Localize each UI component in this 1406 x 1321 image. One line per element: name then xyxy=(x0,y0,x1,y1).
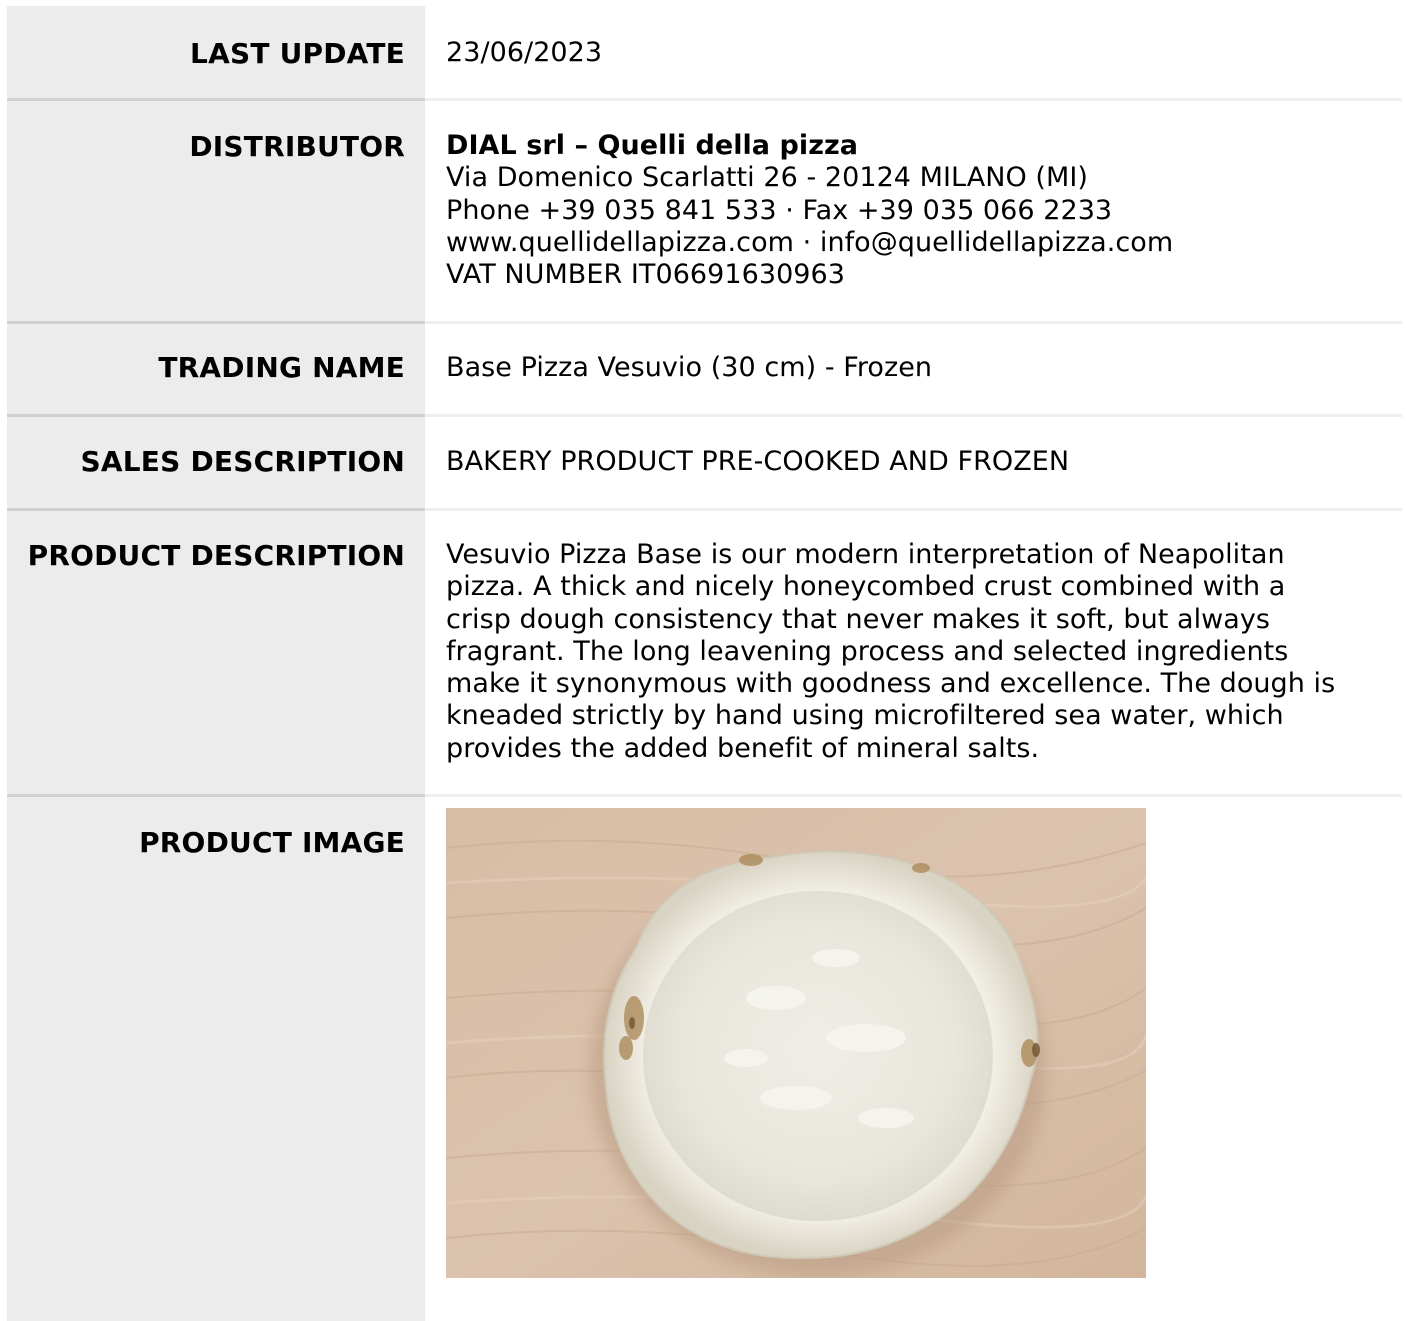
sales-description-value: BAKERY PRODUCT PRE-COOKED AND FROZEN xyxy=(446,446,1070,477)
description-line: provides the added benefit of mineral sa… xyxy=(446,732,1040,764)
row-product-image: PRODUCT IMAGE xyxy=(0,797,1406,1321)
row-sales-description: SALES DESCRIPTION BAKERY PRODUCT PRE-COO… xyxy=(0,417,1406,508)
value-cell: Base Pizza Vesuvio (30 cm) - Frozen xyxy=(446,324,1406,414)
value-cell: BAKERY PRODUCT PRE-COOKED AND FROZEN xyxy=(446,417,1406,508)
description-line: pizza. A thick and nicely honeycombed cr… xyxy=(446,571,1286,603)
label-cell: LAST UPDATE xyxy=(7,6,425,98)
description-line: make it synonymous with goodness and exc… xyxy=(446,668,1336,700)
row-distributor: DISTRIBUTOR DIAL srl – Quelli della pizz… xyxy=(0,101,1406,321)
distributor-web-email: www.quellidellapizza.com · info@quellide… xyxy=(446,226,1174,258)
value-cell: 23/06/2023 xyxy=(446,6,1406,98)
value-cell xyxy=(446,797,1406,1321)
product-spec-sheet: LAST UPDATE 23/06/2023 DISTRIBUTOR DIAL … xyxy=(0,0,1406,1321)
trading-name-label: TRADING NAME xyxy=(158,351,405,384)
description-line: crisp dough consistency that never makes… xyxy=(446,603,1271,635)
distributor-block: DIAL srl – Quelli della pizza Via Domeni… xyxy=(446,101,1406,321)
product-description-text: Vesuvio Pizza Base is our modern interpr… xyxy=(446,511,1406,794)
distributor-name: DIAL srl – Quelli della pizza xyxy=(446,130,858,161)
last-update-label: LAST UPDATE xyxy=(190,37,405,70)
label-cell: PRODUCT IMAGE xyxy=(7,797,425,1321)
label-cell: PRODUCT DESCRIPTION xyxy=(7,511,425,794)
description-line: fragrant. The long leavening process and… xyxy=(446,635,1289,667)
pizza-base-photo xyxy=(446,808,1146,1278)
label-cell: DISTRIBUTOR xyxy=(7,101,425,321)
distributor-vat: VAT NUMBER IT06691630963 xyxy=(446,259,845,291)
trading-name-value: Base Pizza Vesuvio (30 cm) - Frozen xyxy=(446,352,933,383)
row-trading-name: TRADING NAME Base Pizza Vesuvio (30 cm) … xyxy=(0,324,1406,414)
distributor-address: Via Domenico Scarlatti 26 - 20124 MILANO… xyxy=(446,162,1088,194)
last-update-value: 23/06/2023 xyxy=(446,37,603,68)
distributor-label: DISTRIBUTOR xyxy=(189,130,405,163)
label-cell: TRADING NAME xyxy=(7,324,425,414)
description-line: Vesuvio Pizza Base is our modern interpr… xyxy=(446,539,1285,570)
product-image-label: PRODUCT IMAGE xyxy=(139,826,405,859)
product-description-label: PRODUCT DESCRIPTION xyxy=(27,539,405,572)
row-product-description: PRODUCT DESCRIPTION Vesuvio Pizza Base i… xyxy=(0,511,1406,794)
row-last-update: LAST UPDATE 23/06/2023 xyxy=(0,6,1406,98)
sales-description-label: SALES DESCRIPTION xyxy=(80,445,405,478)
description-line: kneaded strictly by hand using microfilt… xyxy=(446,700,1284,732)
distributor-phone-fax: Phone +39 035 841 533 · Fax +39 035 066 … xyxy=(446,194,1113,226)
label-cell: SALES DESCRIPTION xyxy=(7,417,425,508)
